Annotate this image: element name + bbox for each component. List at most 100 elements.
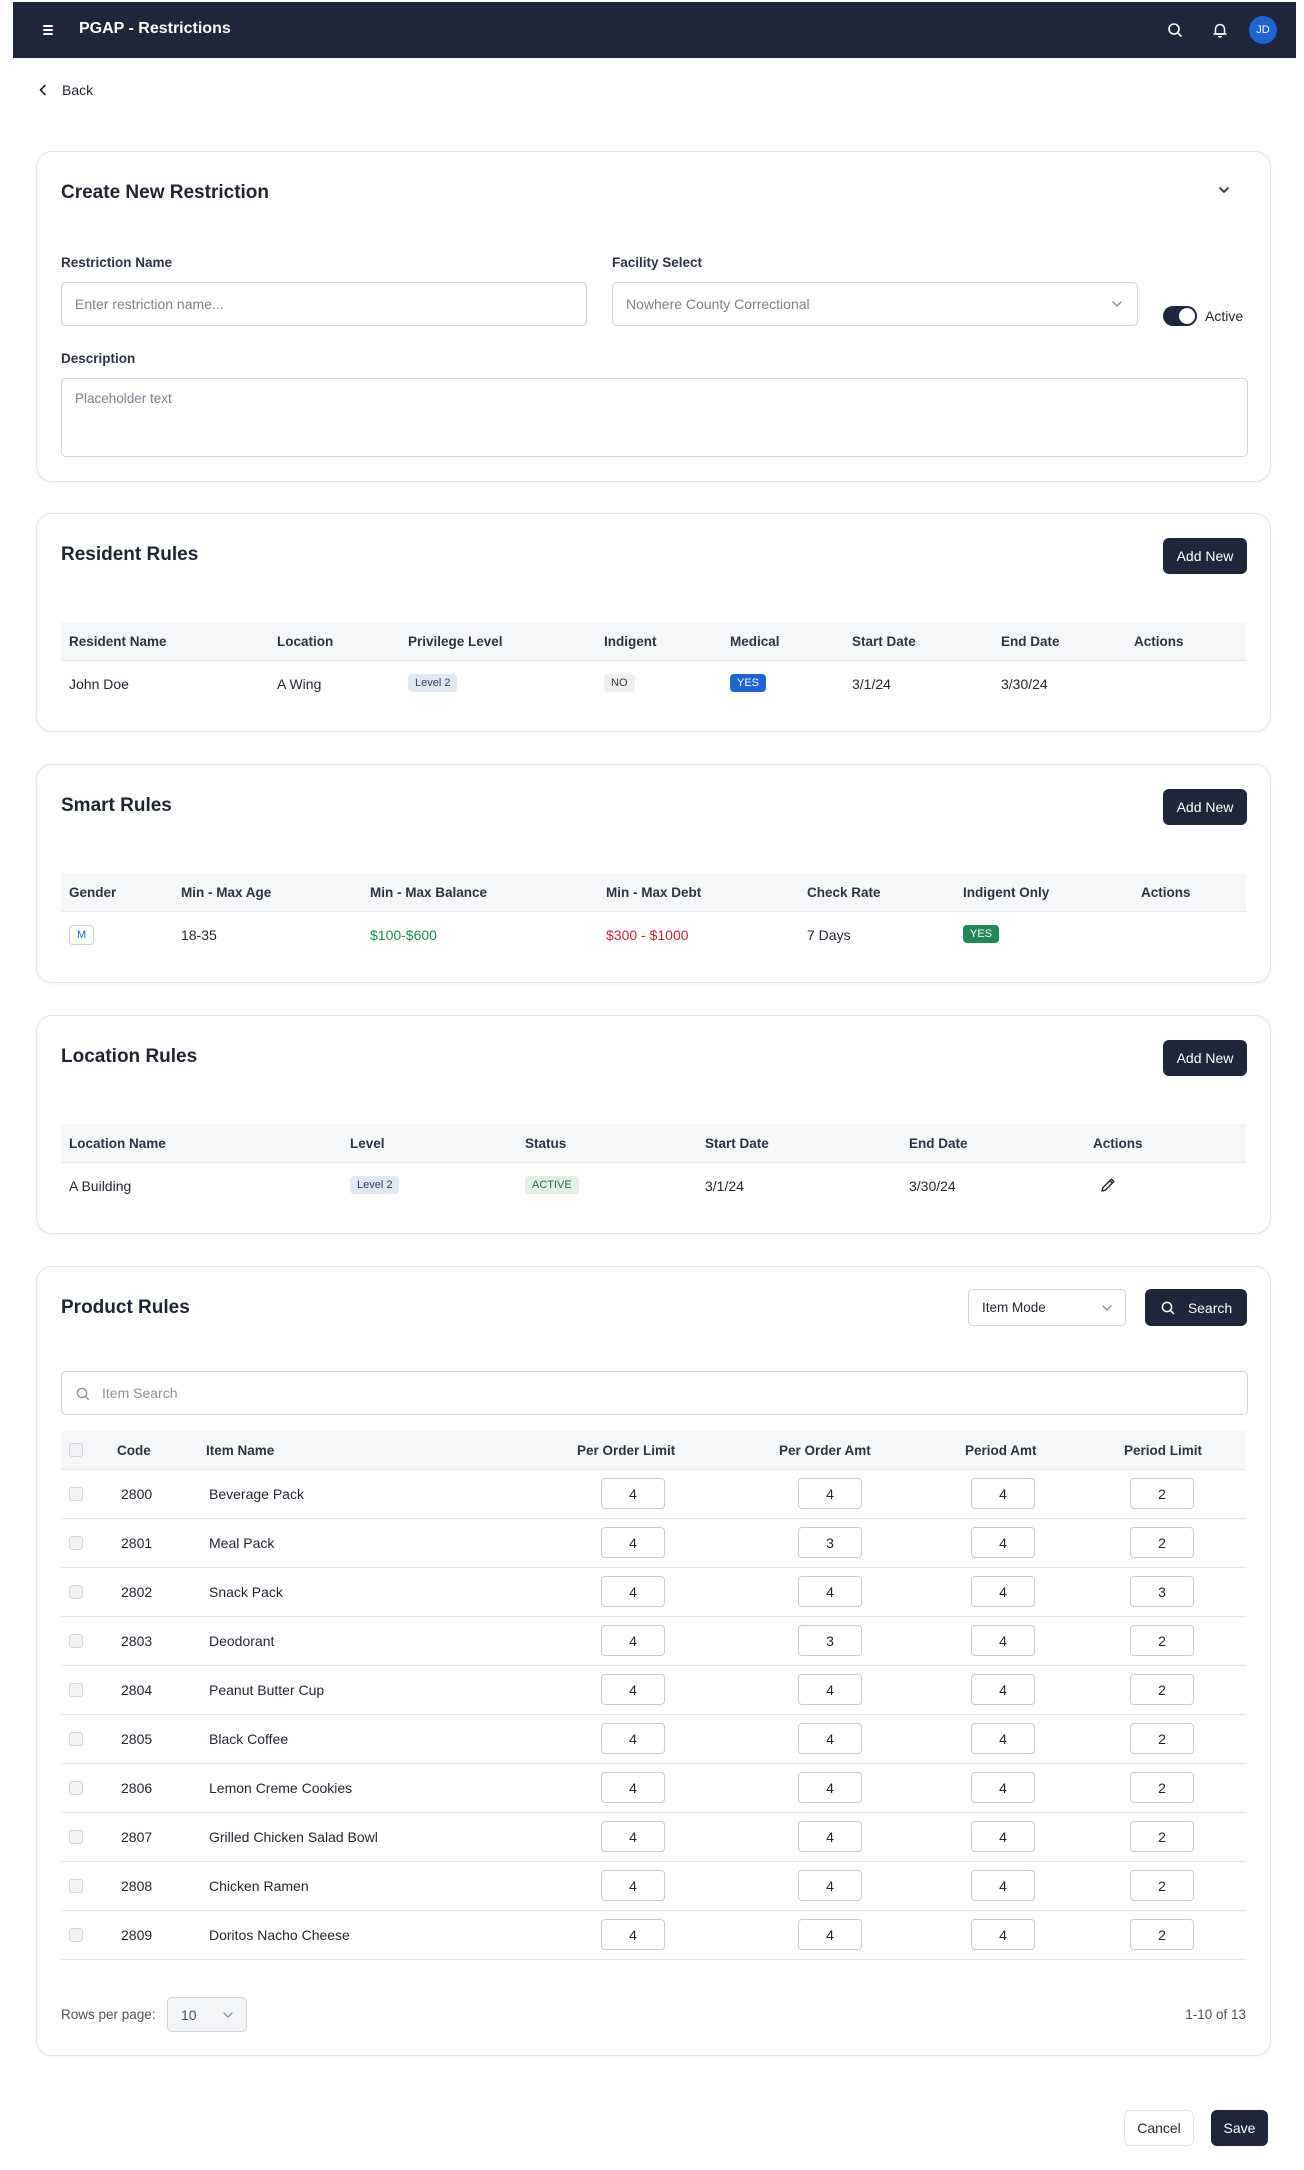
avatar[interactable]: JD — [1249, 16, 1277, 44]
search-button-label: Search — [1187, 1299, 1233, 1316]
select-all-checkbox[interactable] — [69, 1443, 83, 1457]
pencil-icon[interactable] — [1099, 1176, 1117, 1194]
col-period-limit: Period Limit — [1124, 1443, 1203, 1458]
per-order-limit-input[interactable]: 4 — [601, 1821, 665, 1852]
cancel-button[interactable]: Cancel — [1124, 2110, 1194, 2146]
chevron-down-icon — [1102, 1305, 1112, 1311]
period-amt-input[interactable]: 4 — [971, 1576, 1035, 1607]
resident-start-date: 3/1/24 — [852, 676, 891, 692]
row-checkbox[interactable] — [69, 1536, 83, 1550]
per-order-amt-input[interactable]: 4 — [798, 1478, 862, 1509]
period-amt-input[interactable]: 4 — [971, 1674, 1035, 1705]
item-code: 2803 — [121, 1633, 153, 1649]
per-order-limit-input[interactable]: 4 — [601, 1478, 665, 1509]
period-limit-input[interactable]: 3 — [1130, 1576, 1194, 1607]
per-order-limit-input[interactable]: 4 — [601, 1625, 665, 1656]
col-indigent-only: Indigent Only — [963, 885, 1050, 900]
resident-rules-title: Resident Rules — [61, 544, 199, 565]
item-code: 2804 — [121, 1682, 153, 1698]
menu-icon[interactable] — [41, 23, 57, 37]
search-button[interactable]: Search — [1145, 1289, 1247, 1326]
per-order-amt-input[interactable]: 4 — [798, 1821, 862, 1852]
period-amt-input[interactable]: 4 — [971, 1919, 1035, 1950]
per-order-amt-input[interactable]: 4 — [798, 1674, 862, 1705]
search-icon — [1161, 1301, 1175, 1314]
row-checkbox[interactable] — [69, 1928, 83, 1942]
per-order-limit-input[interactable]: 4 — [601, 1723, 665, 1754]
period-amt-input[interactable]: 4 — [971, 1870, 1035, 1901]
active-toggle[interactable] — [1163, 306, 1197, 326]
description-textarea[interactable]: Placeholder text — [61, 378, 1248, 457]
period-limit-input[interactable]: 2 — [1130, 1674, 1194, 1705]
product-rules-card: Product Rules Item Mode Search Item Sear… — [36, 1266, 1271, 2056]
restriction-name-input[interactable]: Enter restriction name... — [61, 282, 587, 326]
col-start-date: Start Date — [852, 634, 916, 649]
col-code: Code — [117, 1443, 151, 1458]
location-rules-title: Location Rules — [61, 1046, 198, 1067]
row-checkbox[interactable] — [69, 1732, 83, 1746]
table-row: 2800 Beverage Pack 4 4 4 2 — [61, 1470, 1246, 1519]
add-resident-rule-button[interactable]: Add New — [1163, 538, 1247, 574]
row-checkbox[interactable] — [69, 1683, 83, 1697]
rows-per-page-select[interactable]: 10 — [167, 1997, 247, 2032]
search-icon[interactable] — [1164, 19, 1186, 41]
chevron-down-icon[interactable] — [1217, 184, 1231, 196]
bell-icon[interactable] — [1209, 19, 1231, 41]
period-limit-input[interactable]: 2 — [1130, 1478, 1194, 1509]
row-checkbox[interactable] — [69, 1634, 83, 1648]
save-button[interactable]: Save — [1211, 2110, 1268, 2146]
per-order-amt-input[interactable]: 3 — [798, 1625, 862, 1656]
per-order-amt-input[interactable]: 3 — [798, 1527, 862, 1558]
location-end-date: 3/30/24 — [909, 1178, 956, 1194]
col-item-name: Item Name — [206, 1443, 275, 1458]
per-order-limit-input[interactable]: 4 — [601, 1772, 665, 1803]
per-order-limit-input[interactable]: 4 — [601, 1674, 665, 1705]
check-rate: 7 Days — [807, 927, 851, 943]
period-amt-input[interactable]: 4 — [971, 1723, 1035, 1754]
item-code: 2807 — [121, 1829, 153, 1845]
period-limit-input[interactable]: 2 — [1130, 1870, 1194, 1901]
period-amt-input[interactable]: 4 — [971, 1625, 1035, 1656]
item-search-input[interactable]: Item Search — [61, 1371, 1248, 1415]
per-order-limit-input[interactable]: 4 — [601, 1576, 665, 1607]
per-order-limit-input[interactable]: 4 — [601, 1919, 665, 1950]
row-checkbox[interactable] — [69, 1830, 83, 1844]
back-link[interactable]: Back — [38, 82, 93, 98]
item-mode-select[interactable]: Item Mode — [968, 1289, 1126, 1326]
per-order-limit-input[interactable]: 4 — [601, 1870, 665, 1901]
per-order-amt-input[interactable]: 4 — [798, 1772, 862, 1803]
row-checkbox[interactable] — [69, 1879, 83, 1893]
period-amt-input[interactable]: 4 — [971, 1821, 1035, 1852]
period-amt-input[interactable]: 4 — [971, 1772, 1035, 1803]
period-limit-input[interactable]: 2 — [1130, 1772, 1194, 1803]
per-order-amt-input[interactable]: 4 — [798, 1870, 862, 1901]
search-icon — [76, 1387, 90, 1401]
row-checkbox[interactable] — [69, 1781, 83, 1795]
per-order-limit-input[interactable]: 4 — [601, 1527, 665, 1558]
per-order-amt-input[interactable]: 4 — [798, 1919, 862, 1950]
item-code: 2805 — [121, 1731, 153, 1747]
indigent-only-badge: YES — [963, 925, 1000, 943]
row-checkbox[interactable] — [69, 1487, 83, 1501]
period-limit-input[interactable]: 2 — [1130, 1723, 1194, 1754]
item-name: Beverage Pack — [209, 1486, 304, 1502]
period-limit-input[interactable]: 2 — [1130, 1821, 1194, 1852]
facility-select[interactable]: Nowhere County Correctional — [612, 282, 1138, 326]
balance-range: $100-$600 — [370, 927, 437, 943]
period-limit-input[interactable]: 2 — [1130, 1527, 1194, 1558]
add-smart-rule-button[interactable]: Add New — [1163, 789, 1247, 825]
per-order-amt-input[interactable]: 4 — [798, 1723, 862, 1754]
col-medical: Medical — [730, 634, 780, 649]
period-amt-input[interactable]: 4 — [971, 1527, 1035, 1558]
period-limit-input[interactable]: 2 — [1130, 1919, 1194, 1950]
create-restriction-title: Create New Restriction — [61, 182, 270, 203]
period-amt-input[interactable]: 4 — [971, 1478, 1035, 1509]
table-row: 2806 Lemon Creme Cookies 4 4 4 2 — [61, 1764, 1246, 1813]
row-checkbox[interactable] — [69, 1585, 83, 1599]
location-start-date: 3/1/24 — [705, 1178, 744, 1194]
table-row: 2801 Meal Pack 4 3 4 2 — [61, 1519, 1246, 1568]
add-location-rule-button[interactable]: Add New — [1163, 1040, 1247, 1076]
period-limit-input[interactable]: 2 — [1130, 1625, 1194, 1656]
per-order-amt-input[interactable]: 4 — [798, 1576, 862, 1607]
location-table-header: Location Name Level Status Start Date En… — [61, 1124, 1246, 1163]
